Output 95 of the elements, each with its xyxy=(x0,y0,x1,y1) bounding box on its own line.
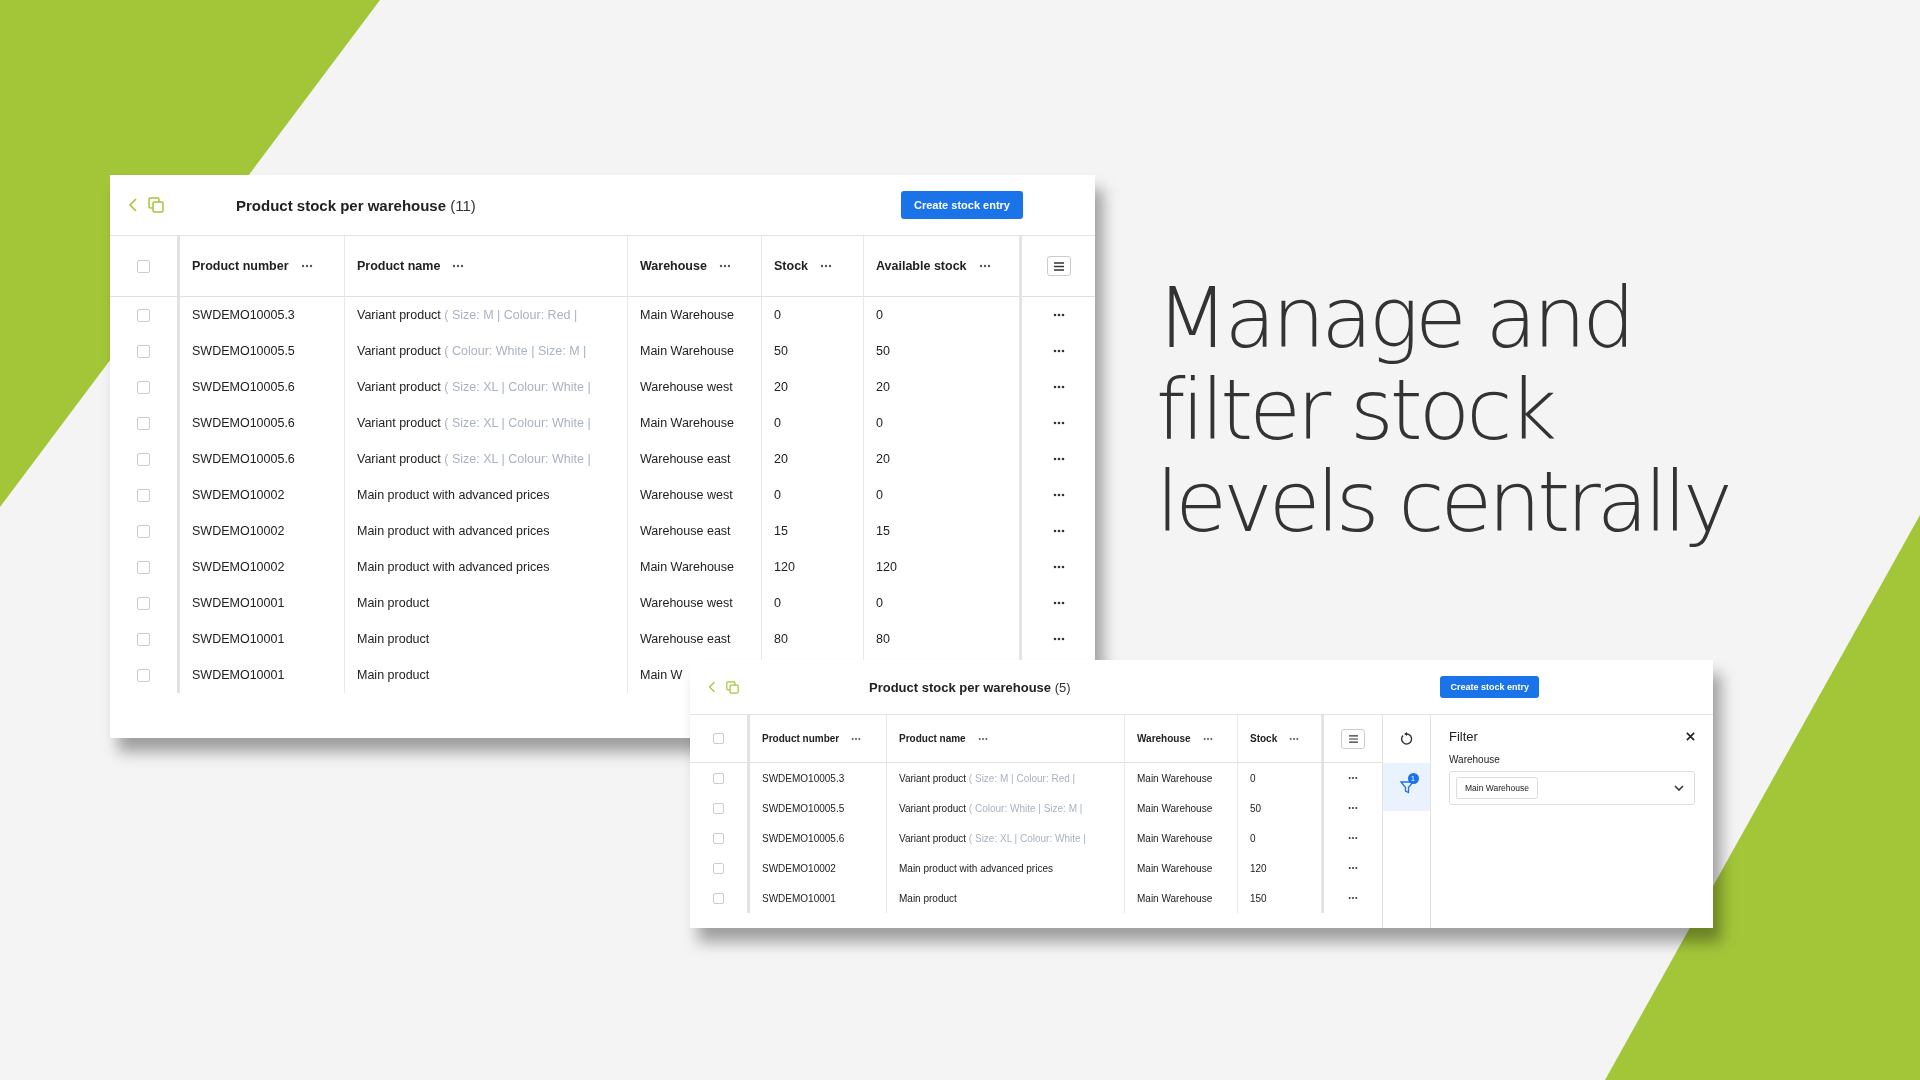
table-cell: Main Warehouse xyxy=(1137,832,1213,844)
headline-text: Manage and xyxy=(1156,272,1633,364)
headline-text: filter stock xyxy=(1156,364,1555,456)
table-cell: Main product with advanced prices xyxy=(899,862,1053,874)
column-header[interactable]: Product name xyxy=(357,259,441,273)
table-cell: 0 xyxy=(1250,832,1256,844)
table-cell: SWDEMO10001 xyxy=(762,892,836,904)
table-cell: SWDEMO10001 xyxy=(192,596,285,610)
table-cell: SWDEMO10005.5 xyxy=(762,802,845,814)
table-cell: Warehouse west xyxy=(640,380,733,394)
table-cell: Variant product ( Colour: White | Size: M | xyxy=(357,344,587,358)
table-cell: SWDEMO10002 xyxy=(762,862,836,874)
table-cell: Variant product ( Size: XL | Colour: White | xyxy=(899,832,1086,844)
column-header[interactable]: Stock xyxy=(774,259,809,273)
table-cell: Main product xyxy=(357,632,430,646)
table-cell: Main Warehouse xyxy=(640,344,735,358)
table-cell: Warehouse west xyxy=(640,488,733,502)
table-cell: SWDEMO10002 xyxy=(192,488,285,502)
table-cell: Main Warehouse xyxy=(1137,892,1213,904)
table-cell: Main product xyxy=(899,892,957,904)
table-cell: 120 xyxy=(876,560,897,574)
table-cell: Main W xyxy=(640,668,683,682)
warehouse-select[interactable]: Main Warehouse xyxy=(1449,771,1695,805)
table-cell: 80 xyxy=(876,632,890,646)
column-header[interactable]: Product number xyxy=(192,259,289,273)
table-cell: SWDEMO10005.6 xyxy=(192,380,295,394)
table-cell: Main product xyxy=(357,596,430,610)
column-header[interactable]: Warehouse xyxy=(1137,733,1191,744)
table-cell: 20 xyxy=(774,380,788,394)
table-cell: 80 xyxy=(774,632,788,646)
field-label: Warehouse xyxy=(1449,754,1500,765)
table-cell: 0 xyxy=(876,416,883,430)
table-cell: 50 xyxy=(774,344,788,358)
table-cell: Warehouse east xyxy=(640,452,731,466)
table-cell: 0 xyxy=(774,488,781,502)
table-cell: 0 xyxy=(774,416,781,430)
create-stock-entry-button[interactable]: Create stock entry xyxy=(1440,676,1539,698)
table-cell: 50 xyxy=(876,344,890,358)
table-cell: 20 xyxy=(876,452,890,466)
selected-tag[interactable]: Main Warehouse xyxy=(1456,777,1538,799)
table-cell: Main Warehouse xyxy=(1137,862,1213,874)
table-cell: 15 xyxy=(774,524,788,538)
table-cell: Variant product ( Size: M | Colour: Red | xyxy=(357,308,578,322)
table-cell: Main product with advanced prices xyxy=(357,560,550,574)
table-cell: SWDEMO10005.3 xyxy=(192,308,295,322)
record-count: (11) xyxy=(450,196,476,214)
table-cell: Variant product ( Size: M | Colour: Red | xyxy=(899,772,1076,784)
table-cell: 120 xyxy=(774,560,795,574)
table-cell: 0 xyxy=(1250,772,1256,784)
table-cell: Variant product ( Size: XL | Colour: White | xyxy=(357,380,591,394)
table-cell: Main product xyxy=(357,668,430,682)
create-stock-entry-button[interactable]: Create stock entry xyxy=(901,191,1023,219)
table-cell: 15 xyxy=(876,524,890,538)
table-cell: SWDEMO10005.6 xyxy=(192,416,295,430)
table-cell: SWDEMO10005.5 xyxy=(192,344,295,358)
table-cell: Variant product ( Size: XL | Colour: White | xyxy=(357,452,591,466)
column-header[interactable]: Warehouse xyxy=(640,259,707,273)
table-cell: 0 xyxy=(876,596,883,610)
table-cell: Main Warehouse xyxy=(1137,772,1213,784)
page-title: Product stock per warehouse xyxy=(869,679,1052,695)
table-cell: 150 xyxy=(1250,892,1267,904)
column-header[interactable]: Product number xyxy=(762,733,840,744)
table-cell: SWDEMO10002 xyxy=(192,560,285,574)
table-cell: 120 xyxy=(1250,862,1267,874)
table-cell: 0 xyxy=(774,308,781,322)
table-cell: SWDEMO10001 xyxy=(192,668,285,682)
table-cell: 0 xyxy=(876,308,883,322)
table-cell: 20 xyxy=(774,452,788,466)
table-cell: 20 xyxy=(876,380,890,394)
column-header[interactable]: Stock xyxy=(1250,733,1278,744)
table-cell: Variant product ( Size: XL | Colour: White | xyxy=(357,416,591,430)
table-cell: Warehouse east xyxy=(640,524,731,538)
table-cell: SWDEMO10005.6 xyxy=(192,452,295,466)
table-cell: Main Warehouse xyxy=(640,560,735,574)
headline-text: levels centrally xyxy=(1156,456,1729,548)
table-cell: Main product with advanced prices xyxy=(357,524,550,538)
table-cell: SWDEMO10005.3 xyxy=(762,772,845,784)
filter-title: Filter xyxy=(1449,729,1478,744)
table-cell: SWDEMO10002 xyxy=(192,524,285,538)
table-cell: Main product with advanced prices xyxy=(357,488,550,502)
column-header[interactable]: Available stock xyxy=(876,259,967,273)
table-cell: 0 xyxy=(876,488,883,502)
table-cell: Main Warehouse xyxy=(1137,802,1213,814)
table-cell: Variant product ( Colour: White | Size: M | xyxy=(899,802,1083,814)
table-cell: Main Warehouse xyxy=(640,308,735,322)
page-title: Product stock per warehouse xyxy=(236,196,447,214)
column-header[interactable]: Product name xyxy=(899,733,966,744)
table-cell: SWDEMO10001 xyxy=(192,632,285,646)
record-count: (5) xyxy=(1054,679,1071,695)
table-cell: 0 xyxy=(774,596,781,610)
table-cell: Warehouse west xyxy=(640,596,733,610)
table-cell: Warehouse east xyxy=(640,632,731,646)
table-cell: Main Warehouse xyxy=(640,416,735,430)
table-cell: 50 xyxy=(1250,802,1262,814)
table-cell: SWDEMO10005.6 xyxy=(762,832,845,844)
